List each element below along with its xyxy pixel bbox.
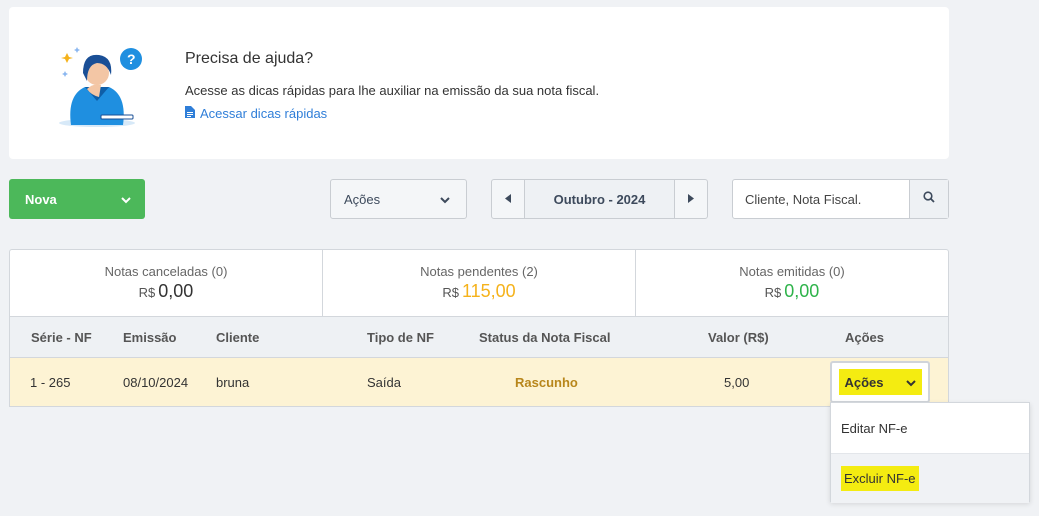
header-cliente: Cliente <box>216 329 260 345</box>
header-emissao: Emissão <box>123 329 177 345</box>
summary-pending-label: Notas pendentes (2) <box>420 264 538 279</box>
summary-pending: Notas pendentes (2) R$ 115,00 <box>323 250 636 316</box>
month-navigator: Outubro - 2024 <box>491 179 708 219</box>
cell-emissao: 08/10/2024 <box>123 374 189 390</box>
header-valor: Valor (R$) <box>708 329 769 345</box>
summary-issued: Notas emitidas (0) R$ 0,00 <box>636 250 948 316</box>
menu-item-delete-label: Excluir NF-e <box>841 466 919 491</box>
table-row[interactable]: 1 - 265 08/10/2024 bruna Saída Rascunho … <box>10 357 948 406</box>
header-acoes: Ações <box>845 329 885 345</box>
document-icon <box>185 106 195 121</box>
menu-item-edit-nfe[interactable]: Editar NF-e <box>831 403 1029 453</box>
summary-canceled-currency: R$ <box>138 285 156 300</box>
chevron-down-icon <box>440 192 450 207</box>
caret-right-icon <box>688 190 694 208</box>
cell-valor: 5,00 <box>724 374 750 390</box>
row-actions-label: Ações <box>844 374 884 390</box>
caret-left-icon <box>505 190 511 208</box>
prev-month-button[interactable] <box>492 180 525 218</box>
summary-canceled-label: Notas canceladas (0) <box>104 264 228 279</box>
notes-summary: Notas canceladas (0) R$ 0,00 Notas pende… <box>9 249 949 317</box>
chevron-down-icon <box>121 192 131 207</box>
search-input[interactable] <box>733 180 909 218</box>
table-header: Série - NF Emissão Cliente Tipo de NF St… <box>10 317 948 357</box>
help-illustration-icon: ? <box>57 45 149 131</box>
next-month-button[interactable] <box>674 180 707 218</box>
summary-issued-currency: R$ <box>764 285 782 300</box>
help-card: ? Precisa de ajuda? Acesse as dicas rápi… <box>9 7 949 159</box>
new-button[interactable]: Nova <box>9 179 145 219</box>
current-month: Outubro - 2024 <box>525 180 674 218</box>
invoices-table: Série - NF Emissão Cliente Tipo de NF St… <box>9 317 949 407</box>
chevron-down-icon <box>905 375 916 390</box>
search-button[interactable] <box>909 180 948 218</box>
summary-issued-value: 0,00 <box>784 281 820 301</box>
help-title: Precisa de ajuda? <box>185 50 314 67</box>
summary-canceled: Notas canceladas (0) R$ 0,00 <box>10 250 323 316</box>
header-tipo: Tipo de NF <box>367 329 434 345</box>
summary-canceled-value: 0,00 <box>158 281 194 301</box>
actions-dropdown-label: Ações <box>344 191 381 207</box>
cell-tipo: Saída <box>367 374 401 390</box>
summary-issued-label: Notas emitidas (0) <box>739 264 845 279</box>
menu-item-delete-nfe[interactable]: Excluir NF-e <box>831 453 1029 503</box>
quick-tips-link[interactable]: Acessar dicas rápidas <box>185 106 327 121</box>
search-icon <box>923 190 935 208</box>
summary-pending-value: 115,00 <box>461 281 516 301</box>
header-serie: Série - NF <box>31 329 92 345</box>
cell-serie: 1 - 265 <box>30 374 71 390</box>
summary-pending-currency: R$ <box>442 285 459 300</box>
quick-tips-link-label: Acessar dicas rápidas <box>200 106 328 121</box>
new-button-label: Nova <box>25 191 57 207</box>
row-actions-menu: Editar NF-e Excluir NF-e <box>830 402 1030 503</box>
svg-text:?: ? <box>127 51 136 67</box>
help-text: Acesse as dicas rápidas para lhe auxilia… <box>185 83 600 98</box>
cell-cliente: bruna <box>216 374 250 390</box>
row-actions-button[interactable]: Ações <box>830 361 930 403</box>
menu-item-edit-label: Editar NF-e <box>841 420 908 436</box>
cell-status-badge: Rascunho <box>515 374 578 390</box>
search-box <box>732 179 949 219</box>
actions-dropdown[interactable]: Ações <box>330 179 467 219</box>
header-status: Status da Nota Fiscal <box>479 329 611 345</box>
